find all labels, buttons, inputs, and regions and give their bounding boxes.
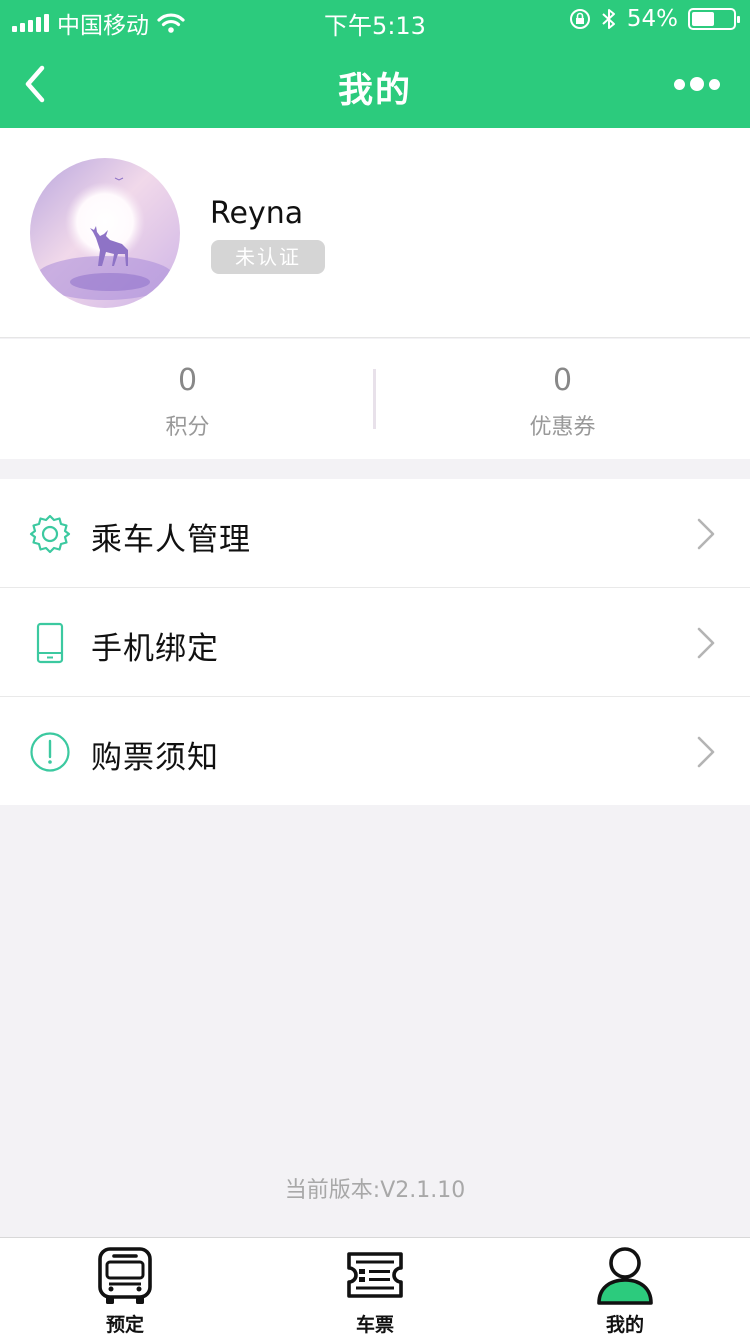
stat-coupons-label: 优惠券 [529, 415, 596, 440]
tab-label: 我的 [605, 1314, 644, 1334]
more-button[interactable] [674, 72, 724, 96]
verification-badge[interactable]: 未认证 [211, 240, 325, 274]
bus-icon [98, 1247, 152, 1304]
more-dot-center [690, 77, 704, 91]
stat-points-value: 0 [177, 363, 198, 398]
battery-icon [688, 8, 740, 30]
menu-item-phone-binding[interactable]: 手机绑定 [0, 588, 750, 697]
status-right: 54% [569, 6, 740, 32]
top-bar: 中国移动 下午5:13 54% 我的 [0, 0, 750, 128]
stats-row: 0 积分 0 优惠券 [0, 339, 750, 459]
tab-tickets[interactable]: 车票 [250, 1238, 500, 1334]
ticket-icon [347, 1252, 403, 1298]
menu-item-label: 购票须知 [91, 740, 219, 776]
nav-bar: 我的 [0, 40, 750, 128]
more-dots-icon [674, 78, 685, 90]
username: Reyna [210, 196, 304, 231]
menu-list: 乘车人管理 手机绑定 购票须知 [0, 479, 750, 805]
info-circle-icon [30, 732, 70, 772]
page-title: 我的 [337, 71, 412, 111]
phone-icon [36, 622, 64, 664]
orientation-lock-icon [569, 9, 590, 29]
chevron-right-icon [697, 627, 715, 659]
menu-item-label: 乘车人管理 [91, 522, 251, 558]
tab-bar: 预定 车票 我的 [0, 1237, 750, 1334]
user-icon [597, 1247, 653, 1305]
more-dot-right [709, 78, 720, 90]
stat-coupons-value: 0 [552, 363, 573, 398]
tab-label: 车票 [355, 1314, 394, 1334]
avatar-image [30, 158, 180, 308]
menu-item-label: 手机绑定 [91, 631, 219, 667]
chevron-right-icon [697, 518, 715, 550]
profile-card: Reyna 未认证 [0, 128, 750, 338]
gear-icon [29, 514, 71, 554]
battery-percent: 54% [626, 6, 678, 32]
stat-points[interactable]: 0 积分 [0, 339, 375, 459]
bluetooth-icon [602, 9, 615, 29]
tab-mine[interactable]: 我的 [500, 1238, 750, 1334]
version-text: 当前版本:V2.1.10 [284, 1178, 466, 1203]
status-bar: 中国移动 下午5:13 54% [0, 0, 750, 40]
menu-item-passenger-management[interactable]: 乘车人管理 [0, 479, 750, 588]
menu-item-purchase-notice[interactable]: 购票须知 [0, 697, 750, 805]
chevron-right-icon [697, 736, 715, 768]
tab-booking[interactable]: 预定 [0, 1238, 250, 1334]
tab-label: 预定 [105, 1314, 144, 1334]
stat-coupons[interactable]: 0 优惠券 [375, 339, 750, 459]
battery-level [692, 12, 714, 26]
avatar[interactable] [30, 158, 180, 308]
stat-points-label: 积分 [165, 415, 210, 440]
